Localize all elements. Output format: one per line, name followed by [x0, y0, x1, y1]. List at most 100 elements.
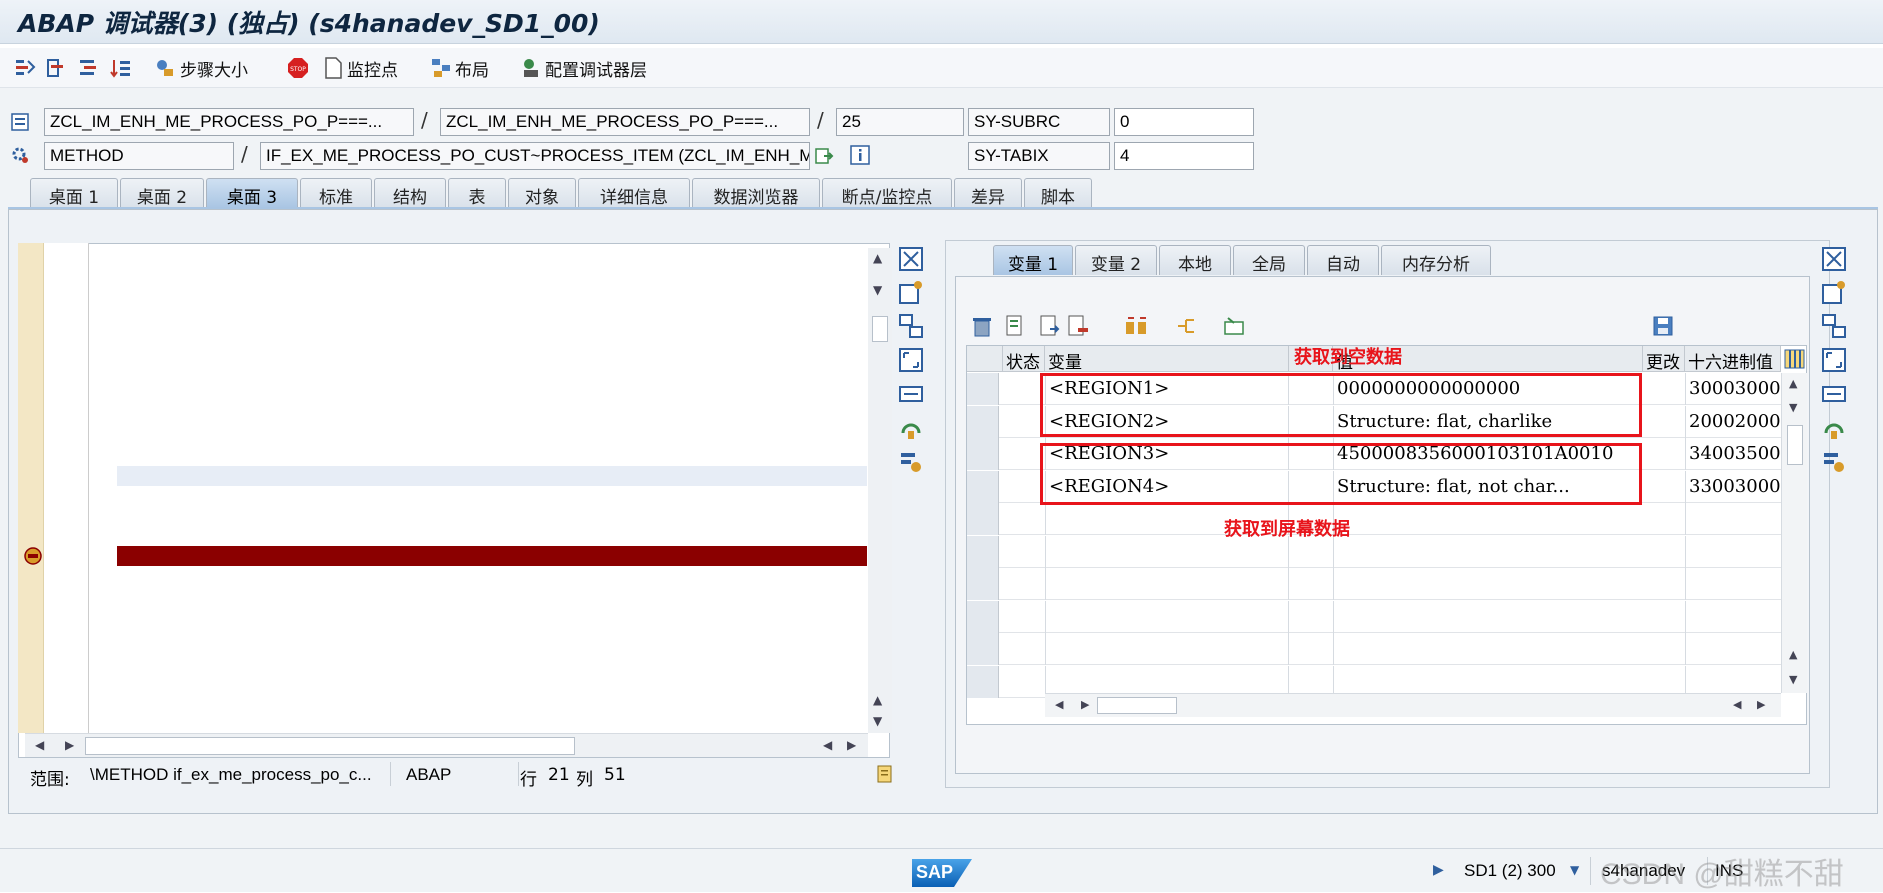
resize-icon[interactable] [1821, 381, 1847, 407]
variable-name-cell[interactable] [1045, 568, 1289, 600]
watchpoint-button[interactable]: 监控点 [347, 56, 398, 81]
code-vertical-scrollbar[interactable]: ▲ ▼ ▲ ▼ [868, 248, 892, 733]
full-screen-icon[interactable] [1821, 347, 1847, 373]
variable-name-cell[interactable] [1045, 600, 1289, 633]
table-row[interactable] [967, 600, 1781, 633]
scroll-down-icon[interactable]: ▼ [1789, 401, 1797, 414]
maximize-icon[interactable] [898, 246, 924, 272]
detail-view-icon[interactable] [1004, 314, 1028, 338]
column-header-status[interactable]: 状态 [1003, 346, 1045, 372]
line-field[interactable]: 25 [836, 108, 964, 136]
scroll-thumb[interactable] [872, 316, 888, 342]
sy-subrc-value[interactable]: 0 [1114, 108, 1254, 136]
tab-variables-3[interactable]: 本地 [1159, 245, 1231, 275]
code-horizontal-scrollbar[interactable]: ◀ ▶ ◀ ▶ [25, 733, 868, 757]
sy-tabix-value[interactable]: 4 [1114, 142, 1254, 170]
scroll-left-icon[interactable]: ◀ [35, 738, 44, 752]
settings-tool-icon[interactable] [1821, 449, 1847, 475]
select-all-cell[interactable] [967, 346, 1003, 372]
tab-variables-1[interactable]: 变量 1 [993, 245, 1073, 275]
system-dropdown-icon[interactable]: ▼ [1570, 863, 1579, 877]
row-selector[interactable] [967, 535, 999, 568]
tab-variables-5[interactable]: 自动 [1307, 245, 1379, 275]
tab-desktop-7[interactable]: 对象 [508, 178, 576, 208]
scroll-up-icon[interactable]: ▲ [1789, 377, 1797, 390]
row-selector[interactable] [967, 665, 999, 698]
tab-desktop-6[interactable]: 表 [448, 178, 506, 208]
scroll-down-icon[interactable]: ▼ [873, 283, 882, 297]
continue-icon[interactable] [110, 57, 132, 79]
table-row[interactable] [967, 503, 1781, 535]
tab-variables-4[interactable]: 全局 [1233, 245, 1305, 275]
layout-button[interactable]: 布局 [455, 56, 489, 81]
new-tool-icon[interactable] [898, 279, 924, 305]
tab-desktop-2[interactable]: 桌面 2 [120, 178, 204, 208]
breakpoint-gutter[interactable] [18, 243, 44, 733]
scroll-thumb[interactable] [1787, 425, 1803, 465]
table-horizontal-scrollbar[interactable]: ◀ ▶ ◀ ▶ [1045, 693, 1781, 717]
event-type-field[interactable]: METHOD [44, 142, 234, 170]
row-selector[interactable] [967, 600, 999, 633]
tab-desktop-5[interactable]: 结构 [374, 178, 446, 208]
insert-variable-icon[interactable] [1038, 314, 1062, 338]
hscroll-thumb[interactable] [85, 737, 575, 755]
save-icon[interactable] [1652, 315, 1674, 337]
scroll-left-icon[interactable]: ◀ [1055, 698, 1063, 711]
include-field[interactable]: ZCL_IM_ENH_ME_PROCESS_PO_P===... [440, 108, 810, 136]
step-size-button[interactable]: 步骤大小 [180, 56, 248, 81]
export-icon[interactable] [1222, 314, 1246, 338]
table-vertical-scrollbar[interactable]: ▲ ▼ ▲ ▼ [1781, 373, 1807, 693]
status-expand-icon[interactable]: ▶ [1433, 862, 1444, 878]
column-header-variable[interactable]: 变量 [1045, 346, 1289, 372]
page-down-icon[interactable]: ▼ [873, 714, 882, 728]
scroll-left-icon[interactable]: ◀ [823, 738, 832, 752]
scroll-right-icon[interactable]: ▶ [65, 738, 74, 752]
row-selector[interactable] [967, 438, 999, 470]
new-tool-icon[interactable] [1821, 279, 1847, 305]
system-info[interactable]: SD1 (2) 300 [1464, 861, 1556, 881]
table-row[interactable] [967, 535, 1781, 568]
tab-desktop-9[interactable]: 数据浏览器 [692, 178, 820, 208]
row-selector[interactable] [967, 470, 999, 503]
tab-desktop-8[interactable]: 详细信息 [578, 178, 690, 208]
execute-step-icon[interactable] [46, 57, 68, 79]
tab-desktop-3[interactable]: 桌面 3 [206, 178, 298, 208]
scroll-up-icon[interactable]: ▲ [873, 251, 882, 265]
stop-icon[interactable]: STOP [287, 57, 309, 79]
table-row[interactable] [967, 568, 1781, 600]
page-down-icon[interactable]: ▼ [1789, 673, 1797, 686]
structure-icon[interactable] [1174, 314, 1198, 338]
event-field[interactable]: IF_EX_ME_PROCESS_PO_CUST~PROCESS_ITEM (Z… [260, 142, 810, 170]
program-field[interactable]: ZCL_IM_ENH_ME_PROCESS_PO_P===... [44, 108, 414, 136]
row-selector[interactable] [967, 503, 999, 535]
info-icon[interactable] [850, 145, 870, 165]
tab-desktop-11[interactable]: 差异 [954, 178, 1022, 208]
scroll-right-icon[interactable]: ▶ [1081, 698, 1089, 711]
variable-value-cell[interactable] [1333, 568, 1643, 600]
tab-desktop-1[interactable]: 桌面 1 [30, 178, 118, 208]
delete-icon[interactable] [970, 314, 994, 338]
tab-desktop-10[interactable]: 断点/监控点 [822, 178, 952, 208]
tab-desktop-12[interactable]: 脚本 [1024, 178, 1092, 208]
single-step-icon[interactable] [14, 57, 36, 79]
maximize-icon[interactable] [1821, 246, 1847, 272]
notepad-icon[interactable] [876, 764, 894, 784]
row-selector[interactable] [967, 568, 999, 600]
navigate-source-icon[interactable] [814, 146, 834, 166]
swap-tool-icon[interactable] [898, 313, 924, 339]
services-icon[interactable] [898, 415, 924, 441]
variable-name-cell[interactable] [1045, 633, 1289, 665]
column-header-hex[interactable]: 十六进制值 [1685, 346, 1781, 372]
column-settings-icon[interactable] [1784, 349, 1805, 369]
remove-variable-icon[interactable] [1066, 314, 1090, 338]
page-up-icon[interactable]: ▲ [873, 693, 882, 707]
table-row[interactable] [967, 633, 1781, 665]
variable-value-cell[interactable] [1333, 600, 1643, 633]
scroll-left-icon[interactable]: ◀ [1733, 698, 1741, 711]
row-selector[interactable] [967, 373, 999, 405]
column-header-changed[interactable]: 更改 [1643, 346, 1685, 372]
tab-variables-6[interactable]: 内存分析 [1381, 245, 1491, 275]
settings-tool-icon[interactable] [898, 449, 924, 475]
resize-icon[interactable] [898, 381, 924, 407]
scroll-right-icon[interactable]: ▶ [1757, 698, 1765, 711]
